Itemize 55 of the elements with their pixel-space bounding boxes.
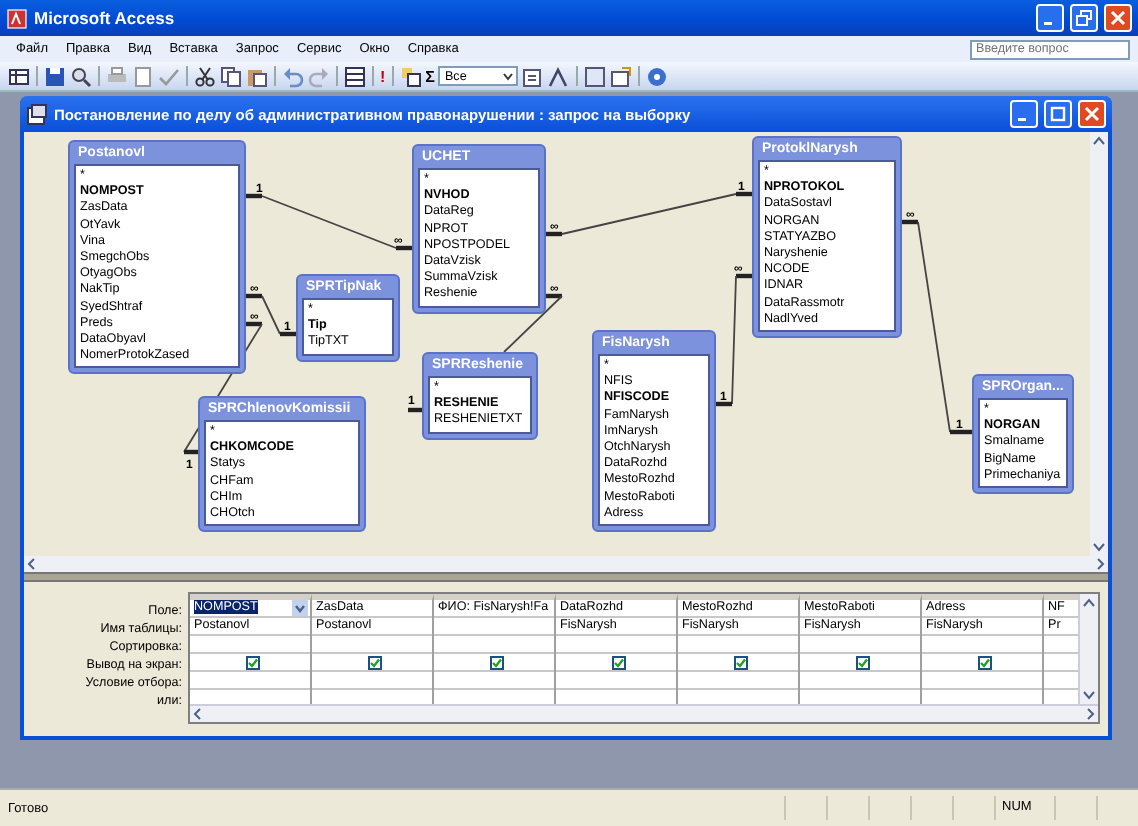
query-type-icon[interactable] [344, 65, 366, 87]
relationship-line[interactable] [246, 193, 412, 251]
paste-icon[interactable] [246, 65, 268, 87]
vertical-scrollbar[interactable] [1090, 132, 1108, 556]
scroll-right-icon[interactable] [1092, 556, 1108, 572]
copy-icon[interactable] [220, 65, 242, 87]
database-window-icon[interactable] [584, 65, 607, 87]
restore-button[interactable] [1070, 4, 1098, 32]
scroll-left-icon[interactable] [190, 706, 206, 722]
relationship-line[interactable] [716, 273, 752, 407]
relationship-line[interactable] [546, 191, 752, 237]
relationship-line[interactable] [246, 293, 296, 337]
close-button[interactable] [1078, 100, 1106, 128]
save-icon[interactable] [44, 65, 66, 87]
horizontal-scrollbar[interactable] [24, 556, 1108, 572]
maximize-button[interactable] [1044, 100, 1072, 128]
scroll-left-icon[interactable] [24, 556, 40, 572]
show-checkbox[interactable] [733, 656, 747, 670]
window-title: Microsoft Access [34, 8, 177, 28]
totals-button[interactable]: Σ [425, 65, 435, 87]
printer-icon[interactable] [106, 65, 128, 87]
maximize-icon[interactable] [1050, 106, 1066, 122]
new-object-icon[interactable] [610, 65, 633, 87]
close-icon[interactable] [1110, 10, 1126, 26]
show-checkbox[interactable] [855, 656, 869, 670]
show-checkbox[interactable] [489, 656, 503, 670]
search-icon[interactable] [70, 65, 92, 87]
restore-icon[interactable] [1076, 10, 1092, 26]
query-icon[interactable] [26, 103, 48, 125]
show-checkbox[interactable] [367, 656, 381, 670]
show-table-icon[interactable] [399, 65, 422, 87]
horizontal-scrollbar[interactable] [190, 704, 1098, 722]
undo-icon[interactable] [282, 65, 304, 87]
scroll-down-icon[interactable] [1090, 538, 1108, 556]
show-checkbox[interactable] [977, 656, 991, 670]
scroll-right-icon[interactable] [1082, 706, 1098, 722]
run-button[interactable]: ! [380, 65, 386, 87]
cut-icon[interactable] [194, 65, 216, 87]
minimize-button[interactable] [1036, 4, 1064, 32]
relationship-line[interactable] [902, 219, 972, 435]
scroll-down-icon[interactable] [1080, 686, 1098, 704]
vertical-scrollbar[interactable] [1078, 594, 1098, 704]
close-icon[interactable] [1084, 106, 1100, 122]
relationship-line[interactable] [408, 293, 563, 413]
properties-icon[interactable] [522, 65, 545, 87]
show-checkbox[interactable] [245, 656, 259, 670]
help-icon[interactable] [646, 65, 669, 87]
check-mark-icon[interactable] [158, 65, 180, 87]
page-icon[interactable] [132, 65, 154, 87]
minimize-button[interactable] [1010, 100, 1038, 128]
grid-view-icon[interactable] [8, 65, 30, 87]
scroll-up-icon[interactable] [1090, 132, 1108, 150]
close-button[interactable] [1104, 4, 1132, 32]
scroll-up-icon[interactable] [1080, 594, 1098, 612]
show-checkbox[interactable] [611, 656, 625, 670]
